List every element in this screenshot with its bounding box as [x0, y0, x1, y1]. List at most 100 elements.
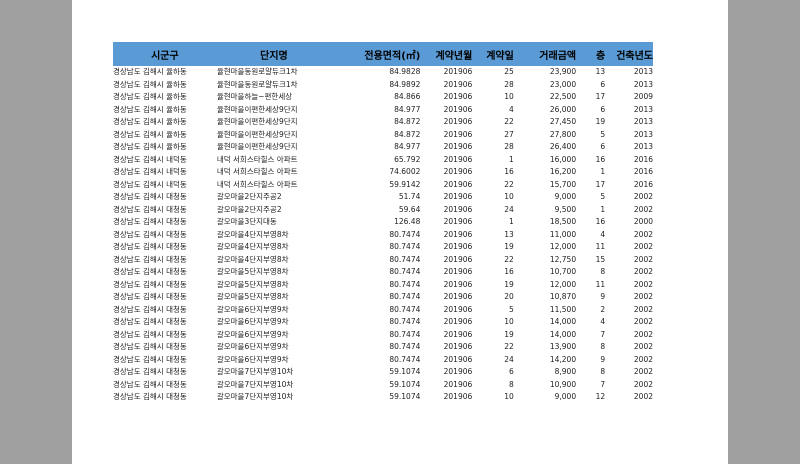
cell-price: 8,900 [554, 367, 577, 376]
cell-area: 80.7474 [389, 317, 421, 326]
cell-sigungu: 경상남도 김해시 대청동 [113, 392, 187, 401]
cell-area: 84.9892 [389, 79, 421, 89]
table-row: 경상남도 김해시 대청동 갈오마을6단지부영9차 80.7474 201906 22 13… [113, 341, 653, 354]
header-area: 전용면적(㎡) [331, 42, 421, 66]
table-row: 경상남도 김해시 대청동 갈오마을6단지부영9차 80.7474 201906 5 11,… [113, 304, 653, 317]
cell-sigungu: 경상남도 김해시 대청동 [113, 242, 187, 251]
cell-sigungu: 경상남도 김해시 대청동 [113, 279, 187, 289]
cell-build-year: 2009 [633, 92, 653, 101]
cell-floor: 8 [600, 267, 606, 276]
cell-contract-year-month: 201906 [443, 304, 473, 314]
cell-floor: 11 [595, 242, 606, 251]
cell-contract-year-month: 201906 [443, 192, 473, 201]
cell-contract-year-month: 201906 [443, 104, 473, 114]
cell-area: 80.7474 [389, 354, 421, 364]
cell-contract-year-month: 201906 [443, 217, 473, 226]
cell-build-year: 2002 [633, 342, 653, 351]
cell-contract-day: 22 [504, 342, 514, 351]
cell-complex-name: 갈오마을7단지부영10차 [216, 392, 294, 401]
cell-sigungu: 경상남도 김해시 율하동 [113, 117, 187, 126]
cell-floor: 6 [600, 79, 606, 89]
cell-complex-name: 갈오마을2단지주공2 [216, 192, 282, 201]
cell-price: 11,500 [549, 304, 577, 314]
cell-price: 13,900 [549, 342, 577, 351]
cell-complex-name: 율현마을이편한세상9단지 [216, 129, 298, 139]
cell-area: 80.7474 [389, 254, 421, 264]
cell-area: 84.977 [394, 104, 421, 114]
cell-price: 12,750 [549, 254, 577, 264]
cell-floor: 5 [600, 192, 606, 201]
header-build-year: 건축년도 [605, 42, 653, 66]
header-price: 거래금액 [513, 42, 577, 66]
table-row: 경상남도 김해시 율하동 율현마을이편한세상9단지 84.977 201906 28 26… [113, 141, 653, 154]
cell-contract-day: 10 [504, 317, 514, 326]
cell-build-year: 2002 [633, 204, 653, 214]
cell-price: 9,000 [554, 192, 577, 201]
cell-contract-day: 5 [509, 304, 514, 314]
cell-price: 14,200 [549, 354, 577, 364]
cell-build-year: 2016 [633, 179, 653, 189]
cell-floor: 5 [600, 129, 606, 139]
cell-build-year: 2002 [633, 317, 653, 326]
header-contract-day: 계약일 [472, 42, 514, 66]
cell-contract-year-month: 201906 [443, 179, 473, 189]
cell-contract-year-month: 201906 [443, 204, 473, 214]
cell-build-year: 2002 [633, 304, 653, 314]
cell-build-year: 2013 [633, 117, 653, 126]
cell-complex-name: 갈오마을7단지부영10차 [216, 367, 294, 376]
cell-price: 10,900 [549, 379, 577, 389]
cell-contract-day: 22 [504, 254, 514, 264]
cell-contract-day: 6 [509, 367, 514, 376]
cell-area: 59.64 [398, 204, 421, 214]
cell-sigungu: 경상남도 김해시 대청동 [113, 254, 187, 264]
cell-contract-day: 27 [504, 129, 514, 139]
table-row: 경상남도 김해시 대청동 갈오마을4단지부영8차 80.7474 201906 13 11… [113, 229, 653, 242]
cell-price: 27,450 [549, 117, 577, 126]
cell-build-year: 2013 [633, 129, 653, 139]
table-row: 경상남도 김해시 율하동 율현마을하늘~편한세상 84.866 201906 10 22,… [113, 91, 653, 104]
cell-contract-year-month: 201906 [443, 79, 473, 89]
cell-contract-day: 1 [509, 217, 514, 226]
cell-price: 12,000 [549, 279, 577, 289]
cell-area: 65.792 [394, 154, 421, 164]
cell-build-year: 2002 [633, 254, 653, 264]
cell-contract-day: 19 [504, 279, 514, 289]
cell-contract-day: 10 [504, 192, 514, 201]
print-preview-page: 시군구 단지명 전용면적(㎡) 계약년월 계약일 거래금액 층 건축년도 경상남도 김해시 율… [72, 0, 728, 464]
cell-contract-year-month: 201906 [443, 154, 473, 164]
cell-sigungu: 경상남도 김해시 율하동 [113, 129, 187, 139]
cell-sigungu: 경상남도 김해시 대청동 [113, 229, 187, 239]
cell-contract-day: 24 [504, 354, 514, 364]
cell-floor: 6 [600, 142, 606, 151]
cell-sigungu: 경상남도 김해시 대청동 [113, 379, 187, 389]
cell-complex-name: 갈오마을5단지부영8차 [216, 292, 289, 301]
cell-build-year: 2002 [633, 392, 653, 401]
cell-price: 12,000 [549, 242, 577, 251]
cell-area: 80.7474 [389, 329, 421, 339]
cell-area: 84.977 [394, 142, 421, 151]
cell-build-year: 2002 [633, 267, 653, 276]
table-row: 경상남도 김해시 대청동 갈오마을7단지부영10차 59.1074 201906 10 9… [113, 391, 653, 404]
table-row: 경상남도 김해시 대청동 갈오마을4단지부영8차 80.7474 201906 22 12… [113, 254, 653, 267]
cell-price: 9,000 [554, 392, 577, 401]
cell-floor: 7 [600, 379, 606, 389]
cell-area: 80.7474 [389, 242, 421, 251]
cell-contract-day: 1 [509, 154, 514, 164]
cell-build-year: 2016 [633, 167, 653, 176]
table-row: 경상남도 김해시 대청동 갈오마을5단지부영8차 80.7474 201906 19 12… [113, 279, 653, 292]
cell-complex-name: 갈오마을2단지주공2 [216, 204, 282, 214]
cell-sigungu: 경상남도 김해시 율하동 [113, 92, 187, 101]
cell-floor: 19 [595, 117, 606, 126]
cell-contract-day: 25 [504, 67, 514, 76]
cell-build-year: 2013 [633, 79, 653, 89]
header-contract-year-month: 계약년월 [420, 42, 473, 66]
cell-contract-year-month: 201906 [443, 129, 473, 139]
cell-complex-name: 율현마을하늘~편한세상 [216, 92, 293, 101]
cell-complex-name: 갈오마을6단지부영9차 [216, 317, 289, 326]
cell-complex-name: 갈오마을4단지부영8차 [216, 242, 289, 251]
cell-complex-name: 내덕 서희스타힐스 아파트 [216, 154, 298, 164]
header-row: 시군구 단지명 전용면적(㎡) 계약년월 계약일 거래금액 층 건축년도 [113, 42, 653, 66]
cell-price: 9,500 [554, 204, 577, 214]
cell-price: 23,000 [549, 79, 577, 89]
cell-price: 14,000 [549, 317, 577, 326]
